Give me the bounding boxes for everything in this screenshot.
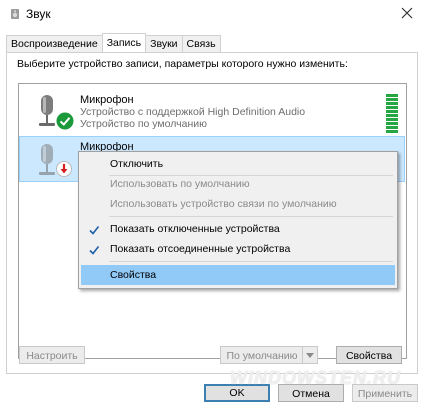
menu-item-disable[interactable]: Отключить — [81, 154, 395, 174]
check-icon — [88, 223, 100, 235]
close-icon — [401, 7, 413, 22]
level-bar — [386, 94, 398, 97]
menu-separator — [109, 216, 393, 217]
level-bar — [386, 126, 398, 129]
tab-recording[interactable]: Запись — [101, 33, 147, 52]
menu-item-label: Показать отключенные устройства — [110, 223, 280, 235]
list-item[interactable]: Микрофон Устройство с поддержкой High De… — [20, 88, 404, 134]
tab-playback[interactable]: Воспроизведение — [6, 35, 103, 52]
speaker-icon — [9, 8, 21, 20]
level-bar — [386, 118, 398, 121]
close-button[interactable] — [390, 0, 424, 28]
dropdown-arrow-icon[interactable] — [302, 347, 317, 363]
check-icon — [88, 243, 100, 255]
level-meter — [386, 94, 398, 134]
level-bar — [386, 130, 398, 133]
menu-item-set-default-communication[interactable]: Использовать устройство связи по умолчан… — [81, 194, 395, 214]
level-bar — [386, 98, 398, 101]
device-description: Устройство с поддержкой High Definition … — [80, 106, 306, 118]
device-status: Устройство по умолчанию — [80, 118, 207, 130]
context-menu: Отключить Использовать по умолчанию Испо… — [78, 151, 398, 289]
menu-item-show-disabled[interactable]: Показать отключенные устройства — [81, 219, 395, 239]
tab-sounds[interactable]: Звуки — [145, 35, 183, 52]
watermark: WINDOWSTEN.RU — [230, 368, 401, 388]
menu-item-set-default[interactable]: Использовать по умолчанию — [81, 174, 395, 194]
disconnected-badge-icon — [56, 161, 72, 177]
level-bar — [386, 114, 398, 117]
level-bar — [386, 122, 398, 125]
default-check-badge-icon — [56, 112, 74, 130]
tab-communications[interactable]: Связь — [181, 35, 221, 52]
menu-item-show-disconnected[interactable]: Показать отсоединенные устройства — [81, 239, 395, 259]
level-bar — [386, 110, 398, 113]
tab-bar: Воспроизведение Запись Звуки Связь — [6, 33, 221, 53]
set-default-label: По умолчанию — [226, 350, 298, 362]
device-name: Микрофон — [80, 94, 134, 106]
instruction-text: Выберите устройство записи, параметры ко… — [17, 58, 348, 70]
level-bar — [386, 102, 398, 105]
properties-button[interactable]: Свойства — [336, 346, 402, 364]
menu-item-label: Показать отсоединенные устройства — [110, 243, 291, 255]
menu-separator — [109, 261, 393, 262]
configure-button[interactable]: Настроить — [19, 346, 85, 364]
level-bar — [386, 106, 398, 109]
title-bar: Звук — [0, 0, 424, 28]
menu-item-properties[interactable]: Свойства — [81, 265, 395, 285]
window-title: Звук — [26, 7, 51, 21]
set-default-button[interactable]: По умолчанию — [220, 346, 318, 364]
